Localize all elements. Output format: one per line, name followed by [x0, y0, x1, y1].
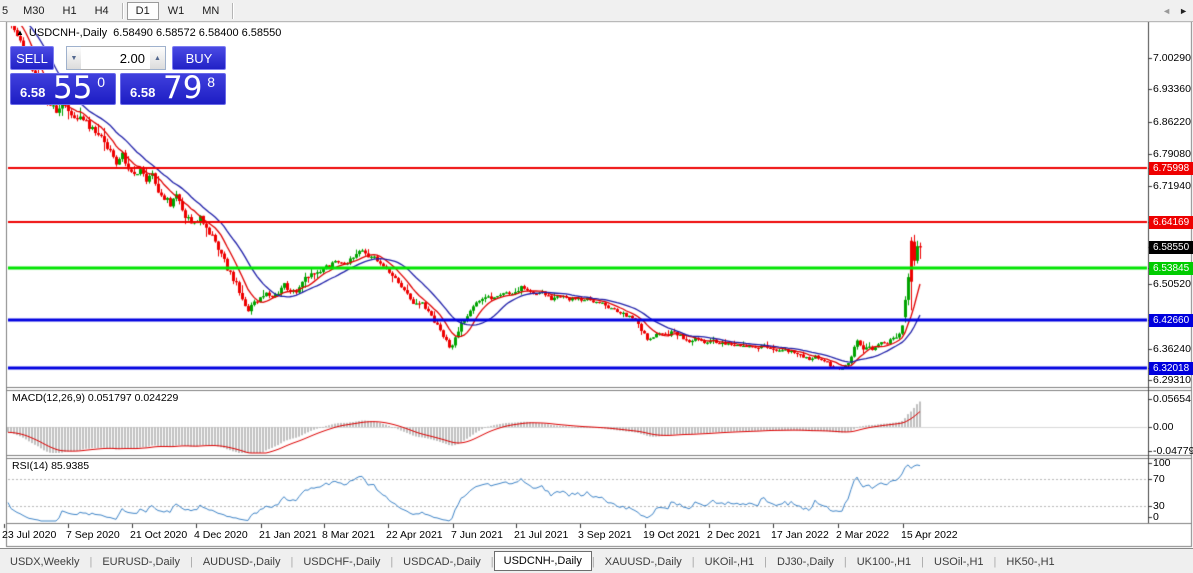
price-axis-label: 6.36240	[1153, 343, 1191, 355]
timeframe-button-h4[interactable]: H4	[86, 2, 118, 20]
tab-usdx-weekly[interactable]: USDX,Weekly	[0, 552, 89, 572]
bid-price-prefix: 6.58	[20, 85, 46, 100]
timeframe-button-h1[interactable]: H1	[54, 2, 86, 20]
price-axis-label: 7.00290	[1153, 52, 1191, 64]
price-tag: 6.53845	[1149, 261, 1193, 275]
toolbar-separator	[121, 2, 123, 19]
timeframe-button-d1[interactable]: D1	[126, 1, 159, 20]
tab-usdcad-daily[interactable]: USDCAD-,Daily	[393, 552, 491, 572]
date-label: 3 Sep 2021	[578, 529, 632, 541]
price-tag: 6.64169	[1149, 215, 1193, 229]
timeframe-button-m30[interactable]: M30	[14, 2, 53, 20]
tab-uk100-h1[interactable]: UK100-,H1	[847, 552, 921, 572]
chart-title: ▲ USDCNH-,Daily 6.58490 6.58572 6.58400 6.…	[16, 27, 281, 39]
tab-audusd-daily[interactable]: AUDUSD-,Daily	[193, 552, 291, 572]
tab-usoil-h1[interactable]: USOil-,H1	[924, 552, 994, 572]
rsi-indicator-label: RSI(14) 85.9385	[12, 460, 90, 472]
price-axis-label: 6.29310	[1153, 374, 1191, 386]
date-label: 4 Dec 2020	[194, 529, 248, 541]
ask-price-pip-digit: 8	[207, 74, 215, 90]
tab-usdcnh-daily[interactable]: USDCNH-,Daily	[493, 550, 592, 571]
buy-button[interactable]: BUY	[172, 46, 226, 70]
date-label: 7 Sep 2020	[66, 529, 120, 541]
bid-price-big-digits: 55	[53, 70, 93, 106]
price-axis-label: 6.50520	[1153, 278, 1191, 290]
price-axis-label: 6.93360	[1153, 83, 1191, 95]
date-label: 7 Jun 2021	[451, 529, 503, 541]
timeframe-toolbar: 5 M30 H1 H4 D1 W1 MN	[0, 0, 1193, 22]
tab-hk50-h1[interactable]: HK50-,H1	[996, 552, 1064, 572]
bid-price-display[interactable]: 6.58 55 0	[10, 70, 116, 106]
price-axis-label: 6.79080	[1153, 148, 1191, 160]
rsi-axis-label: 0	[1153, 511, 1159, 523]
title-arrow-icon[interactable]: ▲	[16, 28, 24, 37]
volume-increase-button[interactable]: ▲	[150, 46, 166, 70]
date-label: 23 Jul 2020	[2, 529, 57, 541]
tab-dj30-daily[interactable]: DJ30-,Daily	[767, 552, 844, 572]
timeframe-button-5[interactable]: 5	[0, 2, 14, 20]
tab-scroll-right-icon[interactable]: ►	[1179, 6, 1188, 16]
macd-axis-label: 0.05654	[1153, 393, 1191, 405]
price-tag: 6.58550	[1149, 240, 1193, 254]
timeframe-button-mn[interactable]: MN	[193, 2, 228, 20]
ask-price-display[interactable]: 6.58 79 8	[120, 70, 226, 106]
price-axis-label: 6.71940	[1153, 180, 1191, 192]
chart-ohlc-values: 6.58490 6.58572 6.58400 6.58550	[113, 27, 282, 39]
tab-scroll-arrows: ◄ ►	[1162, 6, 1188, 16]
tab-ukoil-h1[interactable]: UKOil-,H1	[695, 552, 765, 572]
ask-price-big-digits: 79	[163, 70, 203, 106]
symbol-tabbar: USDX,Weekly | EURUSD-,Daily | AUDUSD-,Daily |…	[0, 548, 1193, 573]
rsi-axis-label: 70	[1153, 473, 1165, 485]
chart-symbol-label: USDCNH-,Daily	[28, 27, 108, 39]
bid-price-pip-digit: 0	[97, 74, 105, 90]
rsi-axis-label: 100	[1153, 457, 1171, 469]
date-label: 2 Dec 2021	[707, 529, 761, 541]
macd-axis-label: 0.00	[1153, 421, 1174, 433]
price-tag: 6.32018	[1149, 361, 1193, 375]
timeframe-button-w1[interactable]: W1	[159, 2, 194, 20]
sell-button[interactable]: SELL	[10, 46, 54, 70]
date-label: 17 Jan 2022	[771, 529, 829, 541]
date-label: 19 Oct 2021	[643, 529, 701, 541]
tab-eurusd-daily[interactable]: EURUSD-,Daily	[92, 552, 190, 572]
date-label: 21 Jan 2021	[259, 529, 317, 541]
date-label: 21 Jul 2021	[514, 529, 569, 541]
tab-scroll-left-icon[interactable]: ◄	[1162, 6, 1171, 16]
price-tag: 6.42660	[1149, 313, 1193, 327]
chevron-up-icon: ▲	[154, 54, 161, 62]
tab-usdchf-daily[interactable]: USDCHF-,Daily	[293, 552, 390, 572]
volume-decrease-button[interactable]: ▼	[66, 46, 82, 70]
date-label: 8 Mar 2021	[322, 529, 376, 541]
ask-price-prefix: 6.58	[130, 85, 156, 100]
date-label: 22 Apr 2021	[386, 529, 443, 541]
price-axis-label: 6.86220	[1153, 116, 1191, 128]
date-label: 15 Apr 2022	[901, 529, 958, 541]
chevron-down-icon: ▼	[70, 54, 78, 62]
macd-axis-label: -0.04779	[1153, 445, 1193, 457]
macd-indicator-label: MACD(12,26,9) 0.051797 0.024229	[12, 392, 179, 404]
volume-input[interactable]	[81, 46, 151, 70]
date-label: 21 Oct 2020	[130, 529, 188, 541]
application-window: 5 M30 H1 H4 D1 W1 MN ▲ USDCNH-,Daily 6.58490 6.5…	[0, 0, 1193, 573]
date-label: 2 Mar 2022	[836, 529, 890, 541]
price-tag: 6.75998	[1149, 161, 1193, 175]
toolbar-separator	[232, 2, 234, 19]
tab-xauusd-daily[interactable]: XAUUSD-,Daily	[595, 552, 692, 572]
